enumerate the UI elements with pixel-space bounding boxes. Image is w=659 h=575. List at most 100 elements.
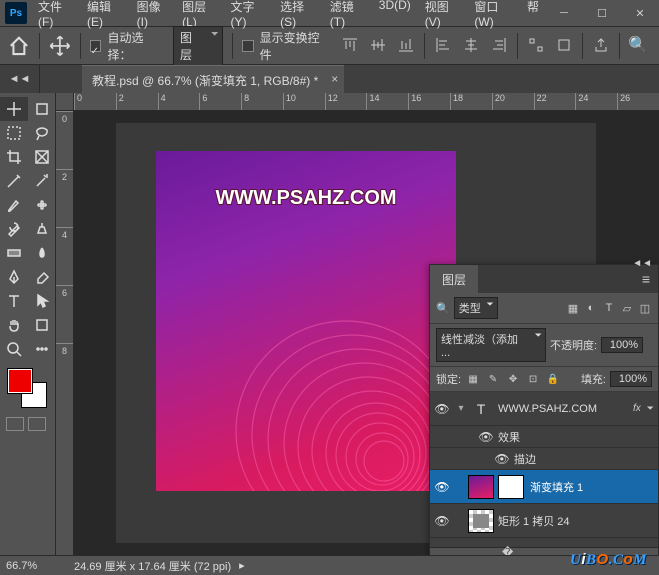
layer-name[interactable]: WWW.PSAHZ.COM (498, 403, 633, 415)
blend-mode-select[interactable]: 线性减淡（添加 ... (436, 328, 546, 362)
layer-rect-copy[interactable]: 👁 矩形 1 拷贝 24 (430, 504, 658, 538)
path-selection-tool[interactable] (28, 289, 56, 313)
menu-3d[interactable]: 3D(D) (373, 0, 417, 33)
layer-name[interactable]: 矩形 1 拷贝 24 (498, 513, 658, 529)
filter-smart-icon[interactable]: ◫ (638, 301, 652, 315)
expand-icon[interactable]: ▾ (454, 403, 468, 414)
document-tab-title: 教程.psd @ 66.7% (渐变填充 1, RGB/8#) * (92, 74, 318, 88)
brush-tool[interactable] (0, 193, 28, 217)
marquee-tool[interactable] (0, 121, 28, 145)
filter-adjustment-icon[interactable]: ◐ (584, 301, 598, 315)
opacity-input[interactable]: 100% (601, 337, 643, 353)
panel-menu-icon[interactable]: ≡ (634, 271, 658, 287)
blend-opacity-row: 线性减淡（添加 ... 不透明度: 100% (430, 324, 658, 367)
quick-mask-icon[interactable] (6, 417, 24, 431)
align-hcenter-icon[interactable] (458, 33, 484, 57)
filter-type-icon[interactable]: T (602, 301, 616, 315)
3d-mode-icon[interactable] (551, 33, 577, 57)
layer-effects[interactable]: 👁 效果 (430, 426, 658, 448)
lock-position-icon[interactable]: ✥ (505, 372, 521, 386)
layer-mask-thumbnail[interactable] (498, 475, 524, 499)
ruler-horizontal[interactable]: 0 2 4 6 8 10 12 14 16 18 20 22 24 26 (74, 93, 659, 111)
align-right-icon[interactable] (486, 33, 512, 57)
doc-dimensions[interactable]: 24.69 厘米 x 17.64 厘米 (72 ppi) (74, 558, 231, 574)
layer-thumbnail[interactable] (468, 509, 494, 533)
menu-file[interactable]: 文件(F) (32, 0, 79, 33)
healing-tool[interactable] (28, 193, 56, 217)
gradient-tool[interactable] (0, 241, 28, 265)
eraser-tool[interactable] (28, 265, 56, 289)
crop-tool[interactable] (0, 145, 28, 169)
layers-tab[interactable]: 图层 (430, 265, 478, 294)
layer-stroke-effect[interactable]: 👁 描边 (430, 448, 658, 470)
magic-wand-tool[interactable] (28, 169, 56, 193)
auto-select-checkbox[interactable] (90, 40, 102, 52)
app-logo: Ps (5, 2, 27, 24)
fx-expand-icon[interactable]: ⏷ (647, 403, 654, 414)
more-tools[interactable] (28, 337, 56, 361)
layers-list: 👁 ▾ T WWW.PSAHZ.COM fx ⏷ 👁 效果 👁 描边 👁 渐变填… (430, 392, 658, 572)
ruler-origin[interactable] (56, 93, 74, 111)
foreground-color[interactable] (8, 369, 32, 393)
auto-select-target[interactable]: 图层 (173, 26, 223, 66)
panel-collapse-icon[interactable]: ◄◄ (632, 258, 652, 269)
lock-all-icon[interactable]: 🔒 (545, 372, 561, 386)
shape-tool[interactable] (28, 313, 56, 337)
visibility-icon[interactable]: 👁 (430, 480, 454, 494)
toolbox-collapse-icon[interactable]: ◄◄ (0, 65, 40, 93)
fill-input[interactable]: 100% (610, 371, 652, 387)
fx-badge[interactable]: fx (633, 403, 641, 414)
paint-bucket-tool[interactable] (28, 241, 56, 265)
align-left-icon[interactable] (430, 33, 456, 57)
filter-shape-icon[interactable]: ▱ (620, 301, 634, 315)
zoom-value[interactable]: 66.7% (6, 560, 66, 572)
align-top-icon[interactable] (337, 33, 363, 57)
show-transform-label: 显示变换控件 (260, 29, 331, 63)
frame-tool[interactable] (28, 145, 56, 169)
align-bottom-icon[interactable] (393, 33, 419, 57)
layer-text[interactable]: 👁 ▾ T WWW.PSAHZ.COM fx ⏷ (430, 392, 658, 426)
menu-help[interactable]: 帮 (521, 0, 545, 33)
move-tool-icon[interactable] (49, 35, 71, 57)
document-tab[interactable]: 教程.psd @ 66.7% (渐变填充 1, RGB/8#) * × (82, 65, 344, 93)
hand-tool[interactable] (0, 313, 28, 337)
eyedropper-tool[interactable] (0, 169, 28, 193)
screen-mode-icon[interactable] (28, 417, 46, 431)
history-brush-tool[interactable] (0, 217, 28, 241)
ruler-vertical[interactable]: 0 2 4 6 8 (56, 111, 74, 555)
zoom-tool[interactable] (0, 337, 28, 361)
show-transform-checkbox[interactable] (242, 40, 254, 52)
status-expand-icon[interactable]: ▸ (239, 559, 245, 572)
visibility-icon[interactable]: 👁 (430, 514, 454, 528)
menu-view[interactable]: 视图(V) (419, 0, 467, 33)
maximize-button[interactable]: ☐ (583, 0, 621, 27)
close-button[interactable]: ✕ (621, 0, 659, 27)
type-tool[interactable] (0, 289, 28, 313)
artboard-tool[interactable] (28, 97, 56, 121)
layer-name[interactable]: 渐变填充 1 (530, 479, 658, 495)
filter-kind-select[interactable]: 类型 (454, 297, 498, 319)
distribute-icon[interactable] (523, 33, 549, 57)
visibility-icon[interactable]: 👁 (474, 430, 498, 444)
minimize-button[interactable]: ─ (545, 0, 583, 27)
close-tab-icon[interactable]: × (331, 72, 338, 86)
search-icon[interactable]: 🔍 (625, 33, 651, 57)
align-vcenter-icon[interactable] (365, 33, 391, 57)
move-tool[interactable] (0, 97, 28, 121)
filter-pixel-icon[interactable]: ▦ (566, 301, 580, 315)
clone-stamp-tool[interactable] (28, 217, 56, 241)
visibility-icon[interactable]: 👁 (430, 402, 454, 416)
artboard[interactable]: WWW.PSAHZ.COM (156, 151, 456, 491)
color-swatches[interactable] (8, 369, 48, 409)
lasso-tool[interactable] (28, 121, 56, 145)
visibility-icon[interactable]: 👁 (490, 452, 514, 466)
layer-gradient-fill[interactable]: 👁 渐变填充 1 (430, 470, 658, 504)
lock-pixels-icon[interactable]: ✎ (485, 372, 501, 386)
lock-transparency-icon[interactable]: ▦ (465, 372, 481, 386)
home-icon[interactable] (8, 35, 30, 57)
layer-thumbnail[interactable] (468, 475, 494, 499)
pen-tool[interactable] (0, 265, 28, 289)
menu-window[interactable]: 窗口(W) (468, 0, 519, 33)
lock-artboard-icon[interactable]: ⊡ (525, 372, 541, 386)
share-icon[interactable] (588, 33, 614, 57)
